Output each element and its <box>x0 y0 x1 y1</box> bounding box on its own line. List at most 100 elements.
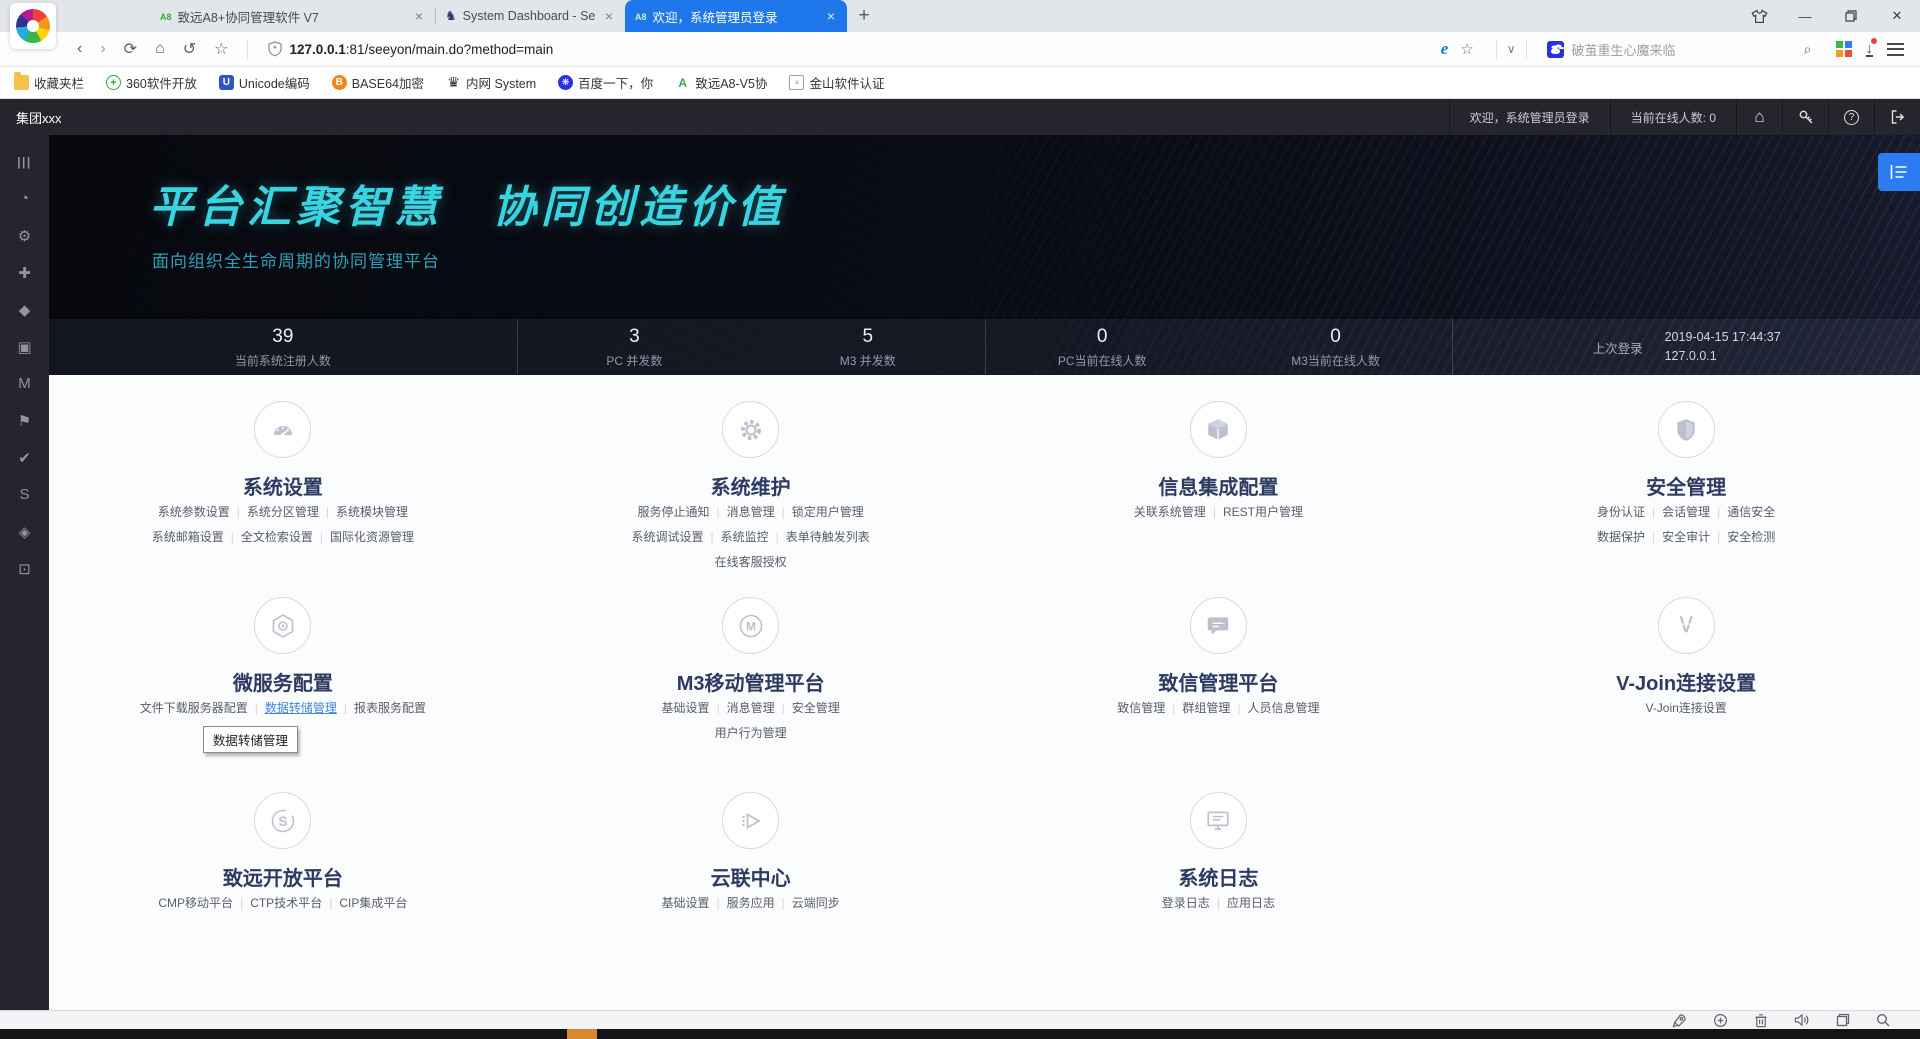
module-link[interactable]: 安全管理 <box>792 701 840 715</box>
package-icon[interactable]: ▣ <box>0 328 49 365</box>
shield-icon[interactable]: ◆ <box>0 291 49 328</box>
back-icon[interactable]: ‹ <box>77 40 82 58</box>
module-link[interactable]: 关联系统管理 <box>1134 505 1206 519</box>
module-link[interactable]: CMP移动平台 <box>158 896 233 910</box>
module-link[interactable]: 锁定用户管理 <box>792 505 864 519</box>
module-link[interactable]: 登录日志 <box>1162 896 1210 910</box>
monitor-icon[interactable]: ⊡ <box>0 550 49 587</box>
module-title[interactable]: 系统日志 <box>985 862 1453 891</box>
module-link[interactable]: 基础设置 <box>661 896 709 910</box>
home-icon[interactable]: ⌂ <box>155 40 165 58</box>
module-link[interactable]: 群组管理 <box>1182 701 1230 715</box>
module-link[interactable]: 系统监控 <box>721 530 769 544</box>
module-link[interactable]: 安全审计 <box>1662 530 1710 544</box>
module-link[interactable]: 国际化资源管理 <box>330 530 414 544</box>
module-link[interactable]: 文件下载服务器配置 <box>140 701 248 715</box>
bookmark-item[interactable]: A 致远A8-V5协 <box>675 73 767 92</box>
search-input[interactable]: 破茧重生心魔来临 <box>1572 40 1796 59</box>
forward-icon[interactable]: › <box>100 40 105 58</box>
maximize-button[interactable] <box>1828 0 1874 32</box>
module-link[interactable]: 应用日志 <box>1227 896 1275 910</box>
trash-icon[interactable] <box>1754 1013 1768 1028</box>
module-title[interactable]: 系统维护 <box>517 471 985 500</box>
module-title[interactable]: M3移动管理平台 <box>517 667 985 696</box>
download-icon[interactable]: ↓ <box>1865 37 1877 57</box>
module-link[interactable]: 在线客服授权 <box>715 555 787 569</box>
module-link[interactable]: 系统邮箱设置 <box>152 530 224 544</box>
search-icon[interactable]: ⌕ <box>1804 41 1812 58</box>
bookmark-item[interactable]: ❋ 百度一下，你 <box>558 73 653 92</box>
window-icon[interactable] <box>1836 1013 1850 1027</box>
close-button[interactable]: ✕ <box>1874 0 1920 32</box>
module-link[interactable]: 表单待触发列表 <box>786 530 870 544</box>
module-link[interactable]: 通信安全 <box>1727 505 1775 519</box>
module-title[interactable]: 微服务配置 <box>49 667 517 696</box>
module-link[interactable]: V-Join连接设置 <box>1645 701 1726 715</box>
search-box[interactable]: 破茧重生心魔来临 ⌕ <box>1537 40 1822 59</box>
module-link[interactable]: 云端同步 <box>792 896 840 910</box>
module-link[interactable]: 基础设置 <box>661 701 709 715</box>
reload-icon[interactable]: ⟳ <box>124 39 137 59</box>
module-link[interactable]: 致信管理 <box>1117 701 1165 715</box>
module-link[interactable]: 数据转储管理 <box>265 701 337 715</box>
module-link[interactable]: CTP技术平台 <box>250 896 322 910</box>
tab-close-icon[interactable]: × <box>603 8 615 24</box>
menu-icon[interactable] <box>1887 42 1904 56</box>
flag-icon[interactable]: ⚑ <box>0 402 49 439</box>
module-link[interactable]: 系统模块管理 <box>336 505 408 519</box>
tab-close-icon[interactable]: × <box>825 8 837 24</box>
module-link[interactable]: 系统参数设置 <box>158 505 230 519</box>
open-platform-icon[interactable]: S <box>0 476 49 513</box>
module-title[interactable]: 安全管理 <box>1452 471 1920 500</box>
quick-menu-button[interactable] <box>1878 153 1920 191</box>
logout-button[interactable] <box>1874 99 1920 135</box>
module-link[interactable]: 系统调试设置 <box>631 530 703 544</box>
module-link[interactable]: 消息管理 <box>727 505 775 519</box>
module-link[interactable]: 用户行为管理 <box>715 726 787 740</box>
module-link[interactable]: 会话管理 <box>1662 505 1710 519</box>
chevron-down-icon[interactable]: ∨ <box>1507 42 1516 56</box>
m3-icon[interactable]: M <box>0 365 49 402</box>
module-link[interactable]: 服务停止通知 <box>637 505 709 519</box>
theme-shirt-icon[interactable] <box>1736 0 1782 32</box>
module-link[interactable]: 系统分区管理 <box>247 505 319 519</box>
bookmark-item[interactable]: ♛ 内网 System <box>446 73 536 92</box>
ie-mode-icon[interactable]: e <box>1441 39 1449 59</box>
module-title[interactable]: 信息集成配置 <box>985 471 1453 500</box>
module-title[interactable]: V-Join连接设置 <box>1452 667 1920 696</box>
change-password-button[interactable] <box>1782 99 1828 135</box>
browser-tab[interactable]: A8 致远A8+协同管理软件 V7 × <box>150 0 435 32</box>
module-link[interactable]: 人员信息管理 <box>1248 701 1320 715</box>
favorite-star-icon[interactable]: ☆ <box>214 39 228 59</box>
module-link[interactable]: CIP集成平台 <box>339 896 407 910</box>
integration-icon[interactable]: ◈ <box>0 513 49 550</box>
volume-icon[interactable] <box>1794 1013 1810 1027</box>
apps-grid-icon[interactable] <box>1835 41 1852 57</box>
portal-home-button[interactable]: ⌂ <box>1736 99 1782 135</box>
bookmark-star-icon[interactable]: ☆ <box>1460 40 1473 58</box>
module-link[interactable]: REST用户管理 <box>1223 505 1303 519</box>
browser-tab[interactable]: A8 欢迎，系统管理员登录 × <box>625 0 847 32</box>
bookmark-item[interactable]: +360软件开放 <box>106 73 197 92</box>
bookmark-item[interactable]: U Unicode编码 <box>218 73 310 92</box>
module-title[interactable]: 云联中心 <box>517 862 985 891</box>
module-title[interactable]: 致信管理平台 <box>985 667 1453 696</box>
module-title[interactable]: 系统设置 <box>49 471 517 500</box>
module-link[interactable]: 全文检索设置 <box>241 530 313 544</box>
plugin-icon[interactable]: ✚ <box>0 254 49 291</box>
module-link[interactable]: 安全检测 <box>1727 530 1775 544</box>
help-button[interactable]: ? <box>1828 99 1874 135</box>
minimize-button[interactable]: — <box>1782 0 1828 32</box>
module-link[interactable]: 报表服务配置 <box>354 701 426 715</box>
browser-tab[interactable]: ♞ System Dashboard - Se × <box>435 0 625 32</box>
dashboard-icon[interactable]: ◔ <box>0 180 49 217</box>
check-icon[interactable]: ✔ <box>0 439 49 476</box>
module-link[interactable]: 身份认证 <box>1597 505 1645 519</box>
module-link[interactable]: 服务应用 <box>727 896 775 910</box>
restore-session-icon[interactable]: ↺ <box>183 39 196 59</box>
module-link[interactable]: 消息管理 <box>727 701 775 715</box>
bookmark-item[interactable]: 收藏夹栏 <box>14 72 84 92</box>
url-field[interactable]: 127.0.0.1:81/seeyon/main.do?method=main <box>268 41 1440 57</box>
module-title[interactable]: 致远开放平台 <box>49 862 517 891</box>
bookmark-item[interactable]: B BASE64加密 <box>331 73 424 92</box>
